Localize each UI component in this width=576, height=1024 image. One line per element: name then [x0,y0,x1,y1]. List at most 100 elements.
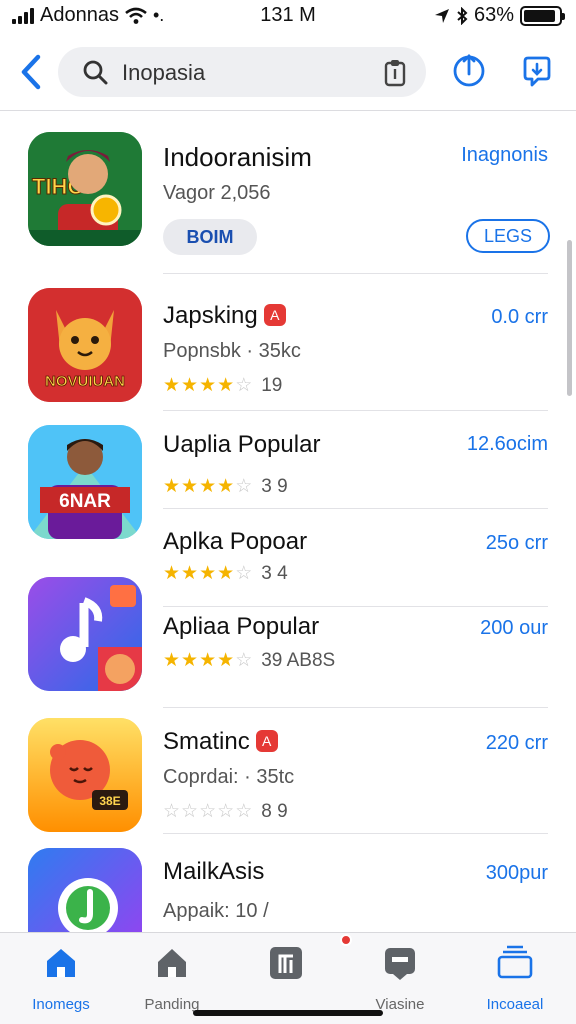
star-empty-icon: ☆ [163,801,181,822]
row-divider [163,707,548,708]
star-empty-icon: ☆ [235,801,253,822]
app-icon-5[interactable] [28,577,142,691]
rating-stars-4: ★ ★ ★ ★ ☆ 3 4 [163,562,288,585]
star-filled-icon: ★ [199,650,217,671]
share-icon[interactable] [452,52,486,88]
star-filled-icon: ★ [181,375,199,396]
rating-count: 3 9 [261,475,288,497]
tab-home[interactable]: Inomegs [6,943,116,1013]
star-filled-icon: ★ [217,650,235,671]
app-name-4[interactable]: Aplka Popoar [163,528,307,556]
star-filled-icon: ★ [199,375,217,396]
app-name-2[interactable]: Japsking A [163,302,286,330]
app-subtitle-6: Coprdai: · 35tc [163,766,295,788]
row-divider [163,606,548,607]
house-icon [158,949,186,977]
tab-apps[interactable] [231,943,341,996]
search-icon [83,60,108,85]
app-price-6: 220 crr [485,732,548,754]
app-2-artwork: NOVUIUAN [28,288,142,402]
rating-count: 39 AB8S [261,649,336,671]
tab-stack[interactable]: Incoaeal [460,943,570,1013]
get-button-1[interactable]: LEGS [466,219,550,253]
scrollbar[interactable] [567,240,572,396]
app-subtitle-2: Popnsbk · 35kc [163,340,301,362]
status-bar: Adonnas •. 131 M 63% [0,0,576,30]
star-empty-icon: ☆ [181,801,199,822]
search-query[interactable]: Inopasia [122,60,205,86]
tab-trending[interactable]: Panding [117,943,227,1013]
app-icon-3[interactable]: 6NAR [28,425,142,539]
app-icon-7[interactable] [28,848,142,932]
home-indicator[interactable] [193,1010,383,1016]
app-price-5: 200 our [480,617,548,639]
rating-stars-2: ★ ★ ★ ★ ☆ 19 [163,374,282,397]
rating-count: 19 [261,374,283,396]
app-icon-2[interactable]: NOVUIUAN [28,288,142,402]
search-field[interactable]: Inopasia [58,47,426,97]
app-price-1: Inagnonis [461,144,548,166]
app-tag-1[interactable]: BOIM [163,219,257,255]
star-filled-icon: ★ [217,476,235,497]
app-price-2: 0.0 crr [491,306,548,328]
app-list: TIHO Indooranisim Vagor 2,056 BOIM Inagn… [0,112,576,932]
app-name-6-label: Smatinc [163,728,250,755]
star-filled-icon: ★ [199,563,217,584]
rating-stars-6: ☆ ☆ ☆ ☆ ☆ 8 9 [163,800,288,823]
home-icon [47,949,75,977]
star-filled-icon: ★ [163,375,181,396]
star-filled-icon: ★ [217,563,235,584]
star-filled-icon: ★ [163,476,181,497]
app-3-artwork: 6NAR [28,425,142,539]
notification-dot [340,934,352,946]
star-empty-icon: ☆ [235,375,253,396]
app-price-3: 12.6ocim [466,433,548,455]
app-icon-1[interactable]: TIHO [28,132,142,246]
app-badge-2: A [263,304,286,326]
star-filled-icon: ★ [163,650,181,671]
app-price-7: 300pur [485,862,548,884]
star-filled-icon: ★ [163,563,181,584]
app-name-2-label: Japsking [163,302,258,329]
app-icon-6[interactable]: 38E [28,718,142,832]
star-empty-icon: ☆ [235,476,253,497]
app-name-6[interactable]: Smatinc A [163,728,278,756]
tab-label-home: Inomegs [32,996,90,1013]
rating-count: 8 9 [261,800,288,822]
app-name-1[interactable]: Indooranisim [163,142,312,173]
star-filled-icon: ★ [181,650,199,671]
star-empty-icon: ☆ [217,801,235,822]
rating-count: 3 4 [261,562,288,584]
app-name-7[interactable]: MailkAsis [163,858,264,886]
app-7-artwork [28,848,142,932]
star-empty-icon: ☆ [235,563,253,584]
app-6-art-text: 38E [99,794,120,808]
tab-media[interactable]: Viasine [345,943,455,1013]
app-6-artwork: 38E [28,718,142,832]
app-name-3[interactable]: Uaplia Popular [163,431,320,459]
star-filled-icon: ★ [199,476,217,497]
back-chevron-icon[interactable] [16,52,46,92]
status-right: 63% [434,4,565,27]
app-3-art-text: 6NAR [59,491,111,512]
app-name-5[interactable]: Apliaa Popular [163,613,319,641]
star-filled-icon: ★ [181,563,199,584]
clipboard-icon[interactable] [384,59,406,87]
search-header: Inopasia [0,40,576,104]
app-subtitle-7: Appaik: 10 / [163,900,269,922]
header-divider [0,110,576,111]
tab-label-stack: Incoaeal [486,996,544,1013]
app-price-4: 25o crr [485,532,548,554]
row-divider [163,833,548,834]
row-divider [163,273,548,274]
app-2-art-text: NOVUIUAN [45,373,125,390]
download-icon[interactable] [520,52,554,88]
app-5-artwork [28,577,142,691]
stack-icon [497,945,533,979]
rating-stars-3: ★ ★ ★ ★ ☆ 3 9 [163,475,288,498]
rating-stars-5: ★ ★ ★ ★ ☆ 39 AB8S [163,649,335,672]
star-empty-icon: ☆ [235,650,253,671]
app-subtitle-1: Vagor 2,056 [163,182,271,204]
star-filled-icon: ★ [181,476,199,497]
app-badge-6: A [255,730,278,752]
